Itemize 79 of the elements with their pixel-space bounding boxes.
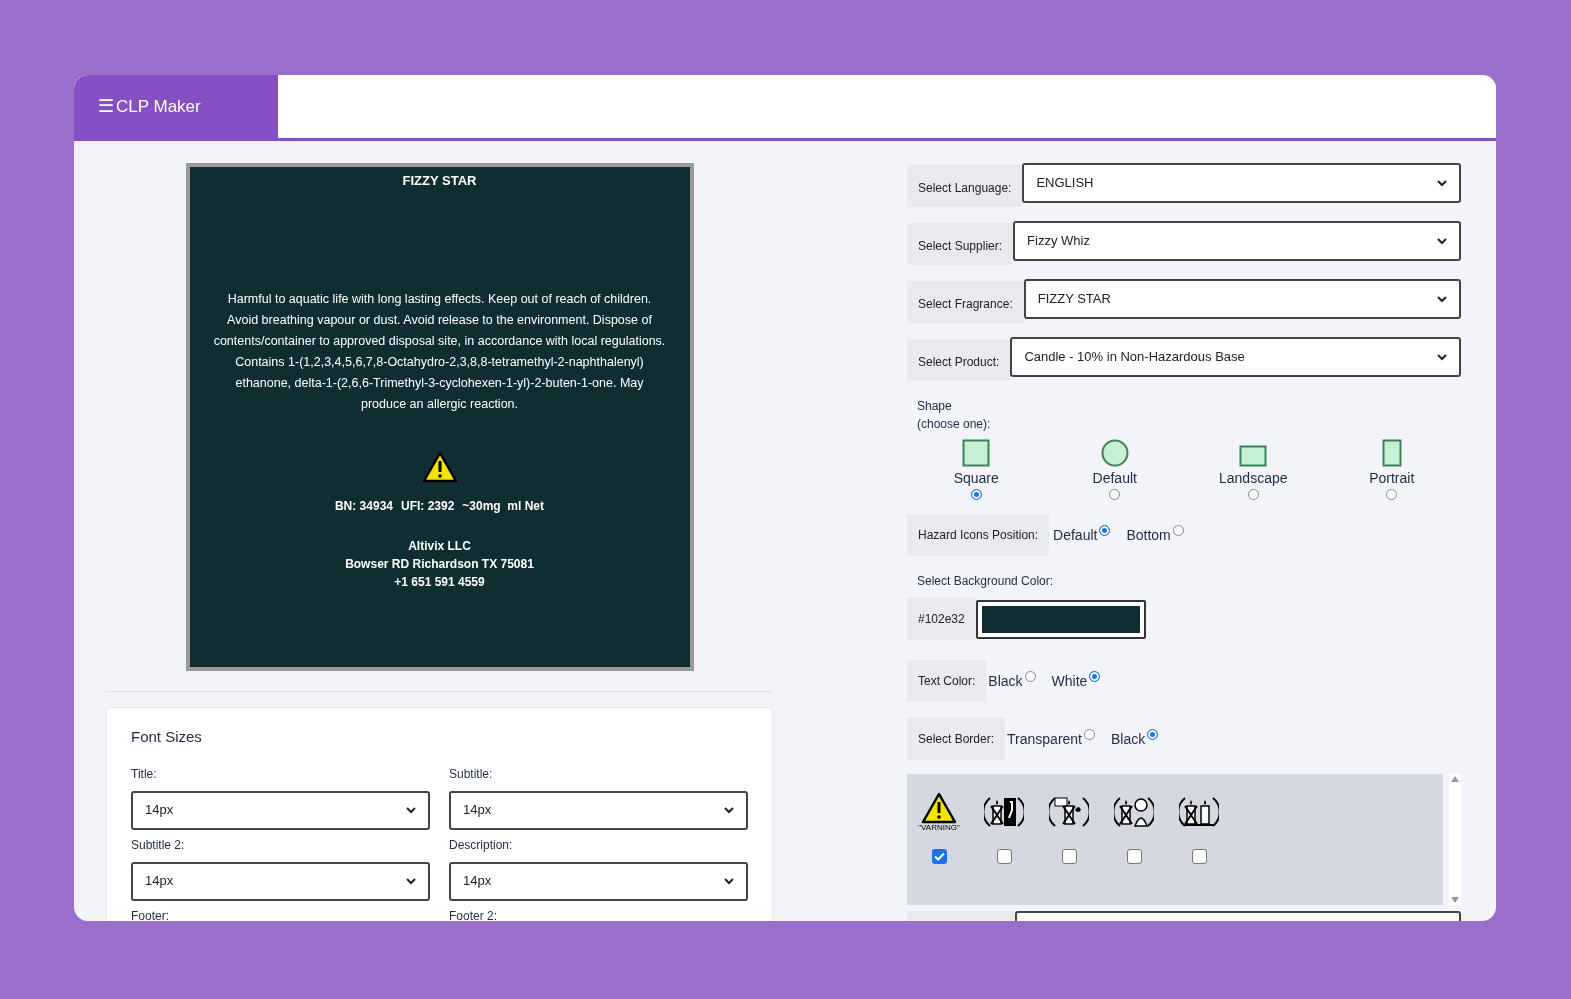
shape-option-label: Landscape bbox=[1219, 469, 1288, 488]
card-title: Font Sizes bbox=[131, 727, 203, 747]
batch-info: UFI: 2392 bbox=[401, 497, 455, 515]
radio-label: Default bbox=[1053, 525, 1098, 545]
shape-label: Shape (choose one): bbox=[917, 398, 992, 433]
radio-label: Bottom bbox=[1126, 525, 1171, 545]
field-label: Footer: bbox=[131, 907, 170, 921]
checkbox[interactable] bbox=[1191, 849, 1207, 864]
field-label: Hazard Icons Position: bbox=[907, 514, 1050, 556]
portrait-shape-icon bbox=[1381, 439, 1402, 467]
supplier-info: Bowser RD Richardson TX 75081 bbox=[345, 555, 534, 573]
select-field[interactable]: ENGLISH bbox=[1022, 163, 1461, 203]
radio-button[interactable] bbox=[1172, 524, 1184, 536]
chevron-down-icon bbox=[1437, 353, 1447, 361]
radio-label: Black bbox=[988, 671, 1023, 691]
field-label: Select Supplier: bbox=[907, 223, 1014, 265]
select-field[interactable]: FIZZY STAR bbox=[1023, 279, 1461, 319]
label-title: FIZZY STAR bbox=[402, 172, 477, 190]
radio-button[interactable] bbox=[1024, 670, 1036, 682]
square-shape-icon bbox=[962, 439, 991, 467]
select-field[interactable]: 14px bbox=[449, 790, 748, 830]
chevron-down-icon bbox=[1437, 237, 1447, 245]
radio-label: White bbox=[1051, 671, 1088, 691]
checkbox[interactable] bbox=[1061, 849, 1077, 864]
warning-triangle-icon bbox=[921, 792, 957, 824]
batch-info: BN: 34934 bbox=[334, 497, 393, 515]
radio-button[interactable] bbox=[1099, 524, 1111, 536]
label-description: Harmful to aquatic life with long lasting effects. Keep out of reach of children. Avoid breathing vapour or dust. Avoid release to the environment. Dispose of contents/container to approved disposal site, in accordance with local regulations. Contains 1-(1,2,3,4,5,6,7,8-Octahydro-2,3,8,8-tetramethyl-2-naphthalenyl) ethanone, delta-1-(2,6,6-Trimethyl-3-cyclohexen-1-yl)-2-buten-1-one. May produce an allergic reaction. bbox=[212, 290, 667, 413]
shape-option-label: Square bbox=[953, 469, 999, 488]
select-field[interactable]: 14px bbox=[131, 790, 430, 830]
circle-shape-icon bbox=[1100, 439, 1129, 467]
field-label: Select Background Color: bbox=[917, 573, 1055, 590]
field-label: Select Fragrance: bbox=[907, 281, 1024, 323]
radio-button[interactable] bbox=[1147, 728, 1159, 740]
chevron-down-icon bbox=[406, 877, 416, 885]
field-label: Select Product: bbox=[907, 339, 1011, 381]
field-label: Select Border: bbox=[907, 718, 1006, 760]
color-swatch[interactable] bbox=[975, 599, 1146, 639]
supplier-info: Altivix LLC bbox=[408, 537, 471, 555]
radio-label: Black bbox=[1111, 729, 1146, 749]
scroll-down-icon[interactable] bbox=[1451, 897, 1460, 903]
app-title: CLP Maker bbox=[116, 95, 201, 118]
supplier-info: +1 651 591 4559 bbox=[394, 573, 485, 591]
field-label: Footer 2: bbox=[449, 907, 499, 921]
scroll-up-icon[interactable] bbox=[1451, 776, 1460, 782]
landscape-shape-icon bbox=[1239, 445, 1268, 467]
radio-button[interactable] bbox=[1089, 670, 1101, 682]
field-label: Text Color: bbox=[907, 660, 987, 702]
scrollbar[interactable] bbox=[1449, 774, 1461, 905]
radio-button[interactable] bbox=[1386, 489, 1398, 500]
batch-info: ~30mg ml Net bbox=[462, 497, 545, 515]
checkbox[interactable] bbox=[931, 849, 947, 864]
select-field[interactable]: Candle - 10% in Non-Hazardous Base bbox=[1010, 337, 1461, 377]
checkbox[interactable] bbox=[1126, 849, 1142, 864]
warning-triangle-icon bbox=[421, 450, 458, 483]
shape-option-label: Default bbox=[1092, 469, 1137, 488]
select-field[interactable]: Fizzy Whiz bbox=[1013, 221, 1461, 261]
chevron-down-icon bbox=[1437, 295, 1447, 303]
icon-caption: "VARNING" bbox=[918, 824, 960, 832]
select-field[interactable]: 14px bbox=[131, 861, 430, 901]
field-label: #102e32 bbox=[907, 598, 976, 640]
radio-button[interactable] bbox=[1247, 489, 1259, 500]
field-label: Subtitle 2: bbox=[131, 836, 186, 854]
field-label: Description: bbox=[449, 836, 514, 854]
chevron-down-icon bbox=[724, 877, 734, 885]
radio-button[interactable] bbox=[1109, 489, 1121, 500]
radio-label: Transparent bbox=[1007, 729, 1082, 749]
field-label: Title: bbox=[131, 765, 158, 783]
field-label: Subtitle: bbox=[449, 765, 494, 783]
select-field[interactable]: 14px bbox=[449, 861, 748, 901]
chevron-down-icon bbox=[724, 806, 734, 814]
radio-button[interactable] bbox=[970, 489, 982, 500]
radio-button[interactable] bbox=[1084, 728, 1095, 740]
chevron-down-icon bbox=[406, 806, 416, 814]
menu-icon[interactable]: ☰ bbox=[98, 93, 114, 120]
checkbox[interactable] bbox=[996, 849, 1012, 864]
shape-option-label: Portrait bbox=[1369, 469, 1415, 488]
field-label: Select Language: bbox=[907, 165, 1023, 207]
chevron-down-icon bbox=[1437, 179, 1447, 187]
